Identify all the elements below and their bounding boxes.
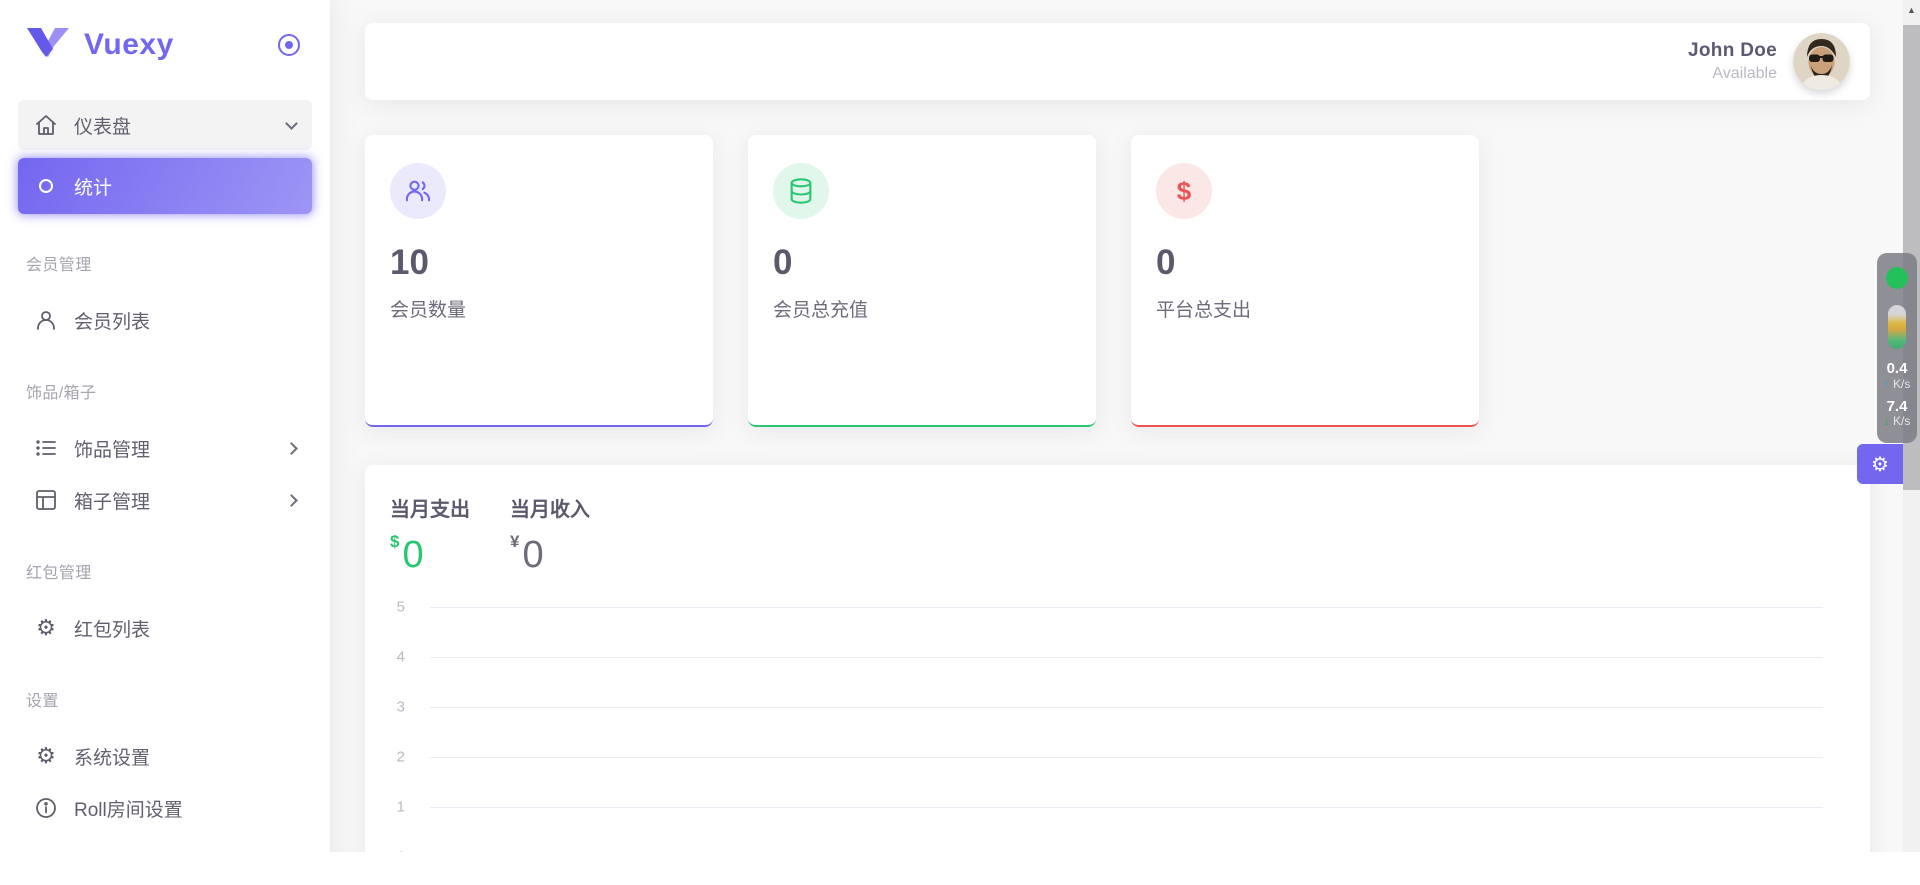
sidebar-item-label: Roll房间设置: [74, 799, 183, 821]
info-icon: [34, 796, 58, 820]
expense-value: $0: [390, 532, 424, 576]
gear-icon: [34, 744, 58, 768]
sidebar-item-item-management[interactable]: 饰品管理: [18, 422, 312, 474]
arrow-down-icon: [1884, 414, 1890, 428]
sidebar-item-system-settings[interactable]: 系统设置: [18, 730, 312, 782]
sidebar-item-label: 饰品管理: [74, 439, 151, 461]
income-currency: ¥: [510, 532, 520, 551]
y-tick: 1: [396, 798, 405, 816]
scroll-up-arrow-icon[interactable]: [1903, 5, 1920, 15]
list-icon: [34, 436, 58, 460]
stat-value: 10: [390, 243, 429, 282]
sidebar-item-stats[interactable]: 统计: [18, 158, 312, 214]
chevron-right-icon: [285, 441, 298, 455]
stat-label: 会员数量: [390, 300, 467, 321]
user-info: John Doe Available: [1688, 40, 1777, 83]
y-tick: 4: [396, 648, 405, 666]
arrow-up-icon: [1884, 377, 1890, 391]
network-gauge: [1888, 305, 1906, 349]
sidebar-item-label: 系统设置: [74, 747, 151, 769]
brand-name: Vuexy: [84, 28, 174, 61]
finance-chart-card: 当月支出 $0 当月收入 ¥0 5 4 3 2 1 0: [365, 465, 1870, 885]
brand: Vuexy: [0, 0, 330, 90]
sidebar-item-label: 会员列表: [74, 311, 151, 333]
sidebar-item-label: 箱子管理: [74, 491, 151, 513]
stat-card-recharge: 0 会员总充值: [748, 135, 1096, 427]
menu-pin-toggle-icon[interactable]: [274, 30, 304, 60]
income-value: ¥0: [510, 532, 544, 576]
user-status: Available: [1712, 65, 1777, 82]
download-rate: 7.4 K/s: [1884, 398, 1911, 429]
chevron-right-icon: [285, 493, 298, 507]
expense-title: 当月支出: [390, 499, 470, 521]
vuexy-logo-icon: [26, 28, 70, 62]
stat-value: 0: [1156, 243, 1176, 282]
stat-label: 平台总支出: [1156, 300, 1252, 321]
avatar[interactable]: [1793, 33, 1850, 90]
status-dot-icon: [1886, 267, 1908, 289]
sidebar-item-label: 统计: [74, 177, 113, 199]
sidebar-item-box-management[interactable]: 箱子管理: [18, 474, 312, 526]
stat-card-payout: $ 0 平台总支出: [1131, 135, 1479, 427]
theme-customizer-gear-button[interactable]: [1857, 444, 1903, 484]
chevron-down-icon: [285, 116, 298, 130]
sidebar-section-items: 饰品/箱子: [26, 385, 97, 402]
upload-rate: 0.4 K/s: [1884, 360, 1911, 391]
layout-icon: [34, 488, 58, 512]
dollar-icon: $: [1156, 163, 1212, 219]
network-monitor-widget[interactable]: 0.4 K/s 7.4 K/s: [1877, 253, 1917, 443]
y-tick: 5: [396, 598, 405, 616]
topbar: John Doe Available: [365, 23, 1870, 100]
stat-card-members: 10 会员数量: [365, 135, 713, 427]
sidebar: Vuexy 仪表盘 统计 会员管理 会员列表 饰品/箱子 饰品管理 箱子管理 红…: [0, 0, 330, 885]
gear-icon: [34, 616, 58, 640]
sidebar-item-label: 仪表盘: [74, 116, 132, 138]
sidebar-item-roll-room-settings[interactable]: Roll房间设置: [18, 782, 312, 834]
finance-summary: 当月支出 $0 当月收入 ¥0: [390, 493, 1870, 577]
expense-currency: $: [390, 532, 400, 551]
circle-icon: [34, 174, 58, 198]
sidebar-section-settings: 设置: [26, 693, 59, 710]
users-icon: [390, 163, 446, 219]
monthly-income: 当月收入 ¥0: [510, 493, 590, 577]
sidebar-section-members: 会员管理: [26, 257, 92, 274]
viewport-bottom-strip: [0, 852, 1920, 885]
main-content: John Doe Available 10 会员数量 0 会员总充值 $ 0 平…: [330, 0, 1903, 885]
y-tick: 3: [396, 698, 405, 716]
sidebar-section-redpacket: 红包管理: [26, 565, 92, 582]
sidebar-item-redpacket-list[interactable]: 红包列表: [18, 602, 312, 654]
sidebar-item-member-list[interactable]: 会员列表: [18, 294, 312, 346]
user-name: John Doe: [1688, 40, 1777, 61]
stat-value: 0: [773, 243, 793, 282]
line-chart: 5 4 3 2 1 0: [365, 599, 1870, 885]
home-icon: [34, 113, 58, 137]
stat-label: 会员总充值: [773, 300, 869, 321]
sidebar-item-label: 红包列表: [74, 619, 151, 641]
user-icon: [34, 308, 58, 332]
monthly-expense: 当月支出 $0: [390, 493, 470, 577]
y-tick: 2: [396, 748, 405, 766]
stat-cards-row: 10 会员数量 0 会员总充值 $ 0 平台总支出: [365, 135, 1870, 427]
income-title: 当月收入: [510, 499, 590, 521]
sidebar-item-dashboard[interactable]: 仪表盘: [18, 100, 312, 150]
database-icon: [773, 163, 829, 219]
